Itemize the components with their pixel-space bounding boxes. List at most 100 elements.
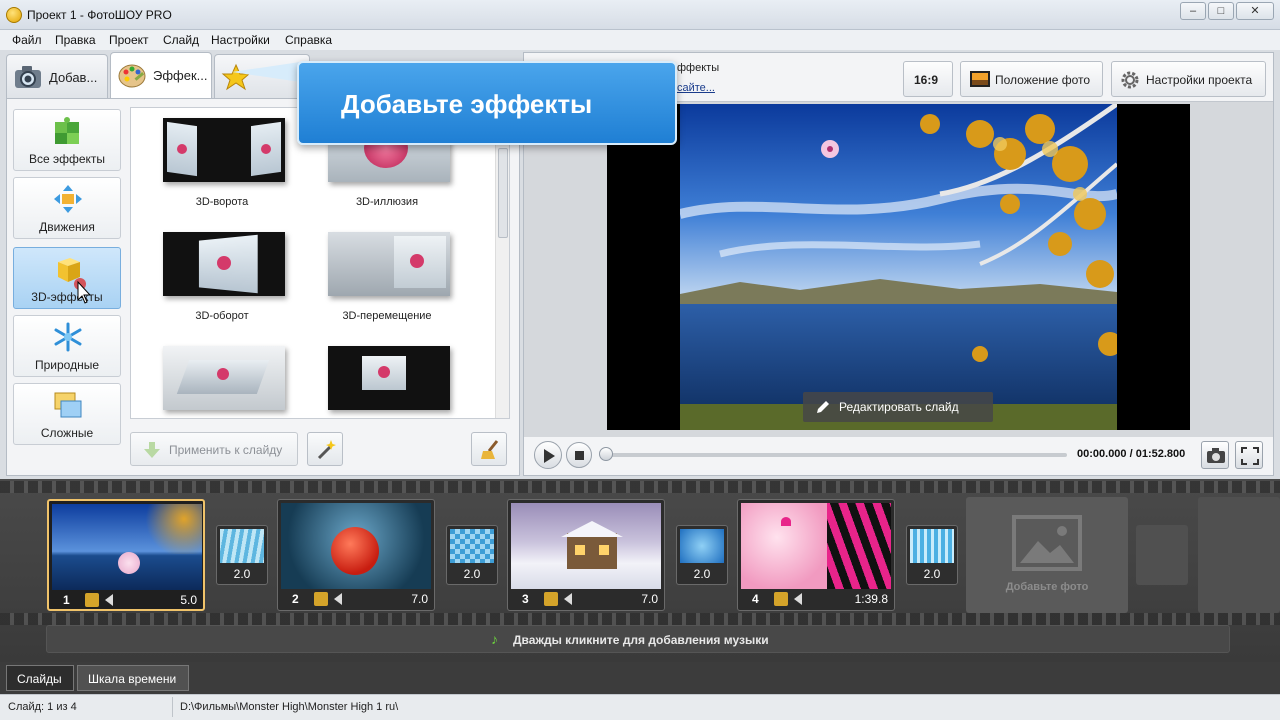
view-tabs: Слайды Шкала времени xyxy=(0,662,1280,694)
status-separator xyxy=(172,697,173,717)
hint-text: ффекты xyxy=(677,62,720,74)
snapshot-button[interactable] xyxy=(1201,441,1229,469)
tab-timeline[interactable]: Шкала времени xyxy=(77,665,189,691)
effect-label: 3D-оборот xyxy=(195,310,249,322)
sound-icon[interactable] xyxy=(105,594,113,606)
play-button[interactable] xyxy=(534,441,562,469)
add-photo-placeholder[interactable]: Добавьте фото xyxy=(966,497,1128,613)
slide-duration: 1:39.8 xyxy=(854,592,888,606)
transition-2[interactable]: 2.0 xyxy=(446,525,498,585)
close-button[interactable]: ✕ xyxy=(1236,2,1274,20)
effect-3d-move[interactable]: 3D-перемещение xyxy=(296,222,456,332)
tab-effects[interactable]: Эффек... xyxy=(110,52,212,98)
fullscreen-button[interactable] xyxy=(1235,441,1263,469)
tooltip-pointer xyxy=(232,62,300,82)
move-arrows-icon xyxy=(54,185,82,213)
category-label: Природные xyxy=(34,358,99,372)
category-motions[interactable]: Движения xyxy=(13,177,121,239)
title-bar: Проект 1 - ФотоШОУ PRO – □ ✕ xyxy=(0,0,1280,30)
slide-duration: 7.0 xyxy=(641,592,658,606)
menu-project[interactable]: Проект xyxy=(109,33,149,47)
tab-effects-label: Эффек... xyxy=(153,68,208,83)
slide-duration: 5.0 xyxy=(180,593,197,607)
sound-icon[interactable] xyxy=(564,593,572,605)
slide-thumbnail-1[interactable]: 1 5.0 xyxy=(47,499,205,611)
stop-icon xyxy=(575,451,584,460)
slide-thumbnail-2[interactable]: 2 7.0 xyxy=(277,499,435,611)
slide-duration: 7.0 xyxy=(411,592,428,606)
gear-icon xyxy=(1121,71,1139,89)
photo-position-label: Положение фото xyxy=(995,73,1091,87)
effect-thumbnail xyxy=(328,346,450,410)
edit-slide-button[interactable]: Редактировать слайд xyxy=(803,392,993,422)
category-complex[interactable]: Сложные xyxy=(13,383,121,445)
hint-link[interactable]: сайте... xyxy=(677,82,715,94)
menu-file[interactable]: Файл xyxy=(12,33,42,47)
clear-effects-button[interactable] xyxy=(471,432,507,466)
transition-duration: 2.0 xyxy=(923,567,941,581)
photo-position-button[interactable]: Положение фото xyxy=(960,61,1103,97)
transition-thumbnail xyxy=(450,529,494,563)
effect-thumbnail xyxy=(163,118,285,182)
slide-thumbnail-3[interactable]: 3 7.0 xyxy=(507,499,665,611)
transition-1[interactable]: 2.0 xyxy=(216,525,268,585)
slide-counter: Слайд: 1 из 4 xyxy=(8,701,77,713)
transition-4[interactable]: 2.0 xyxy=(906,525,958,585)
apply-to-slide-button[interactable]: Применить к слайду xyxy=(130,432,298,466)
progress-track[interactable] xyxy=(604,453,1067,457)
camera-icon xyxy=(15,66,41,88)
film-perforation xyxy=(0,613,1280,625)
effect-3d-gate[interactable]: 3D-ворота xyxy=(131,108,291,218)
transition-3[interactable]: 2.0 xyxy=(676,525,728,585)
edit-pencil-icon[interactable] xyxy=(314,592,328,606)
category-label: 3D-эффекты xyxy=(31,290,103,304)
aspect-ratio-label: 16:9 xyxy=(914,73,939,87)
effect-item[interactable] xyxy=(296,336,456,418)
stop-button[interactable] xyxy=(566,442,592,468)
category-all-effects[interactable]: Все эффекты xyxy=(13,109,121,171)
menu-help[interactable]: Справка xyxy=(285,33,332,47)
sound-icon[interactable] xyxy=(334,593,342,605)
aspect-ratio-button[interactable]: 16:9 xyxy=(903,61,953,97)
tab-add[interactable]: Добав... xyxy=(6,54,108,98)
magic-wand-button[interactable] xyxy=(307,432,343,466)
edit-pencil-icon[interactable] xyxy=(85,593,99,607)
photo-icon xyxy=(970,71,990,87)
menu-settings[interactable]: Настройки xyxy=(211,33,270,47)
transition-duration: 2.0 xyxy=(463,567,481,581)
effect-3d-turn[interactable]: 3D-оборот xyxy=(131,222,291,332)
menu-slide[interactable]: Слайд xyxy=(163,33,199,47)
tab-slides[interactable]: Слайды xyxy=(6,665,74,691)
maximize-button[interactable]: □ xyxy=(1208,2,1234,20)
edit-pencil-icon[interactable] xyxy=(544,592,558,606)
image-placeholder-icon xyxy=(1012,515,1082,571)
project-settings-button[interactable]: Настройки проекта xyxy=(1111,61,1266,97)
layers-icon xyxy=(54,392,82,418)
tooltip-text: Добавьте эффекты xyxy=(341,89,593,119)
category-3d-effects[interactable]: 3D-эффекты xyxy=(13,247,121,309)
effect-label: 3D-иллюзия xyxy=(355,196,419,208)
scrollbar-thumb[interactable] xyxy=(498,148,508,238)
effect-thumbnail xyxy=(163,346,285,410)
window-title: Проект 1 - ФотоШОУ PRO xyxy=(27,8,172,22)
effect-thumbnail xyxy=(163,232,285,296)
video-preview[interactable]: Редактировать слайд xyxy=(607,104,1190,430)
progress-knob[interactable] xyxy=(599,447,613,461)
slide-placeholder xyxy=(1198,497,1280,613)
category-nature[interactable]: Природные xyxy=(13,315,121,377)
play-icon xyxy=(544,449,555,463)
slide-number: 1 xyxy=(63,593,70,607)
slide-number: 4 xyxy=(752,592,759,606)
tab-add-label: Добав... xyxy=(49,70,98,85)
minimize-button[interactable]: – xyxy=(1180,2,1206,20)
effect-item[interactable] xyxy=(131,336,291,418)
menu-edit[interactable]: Правка xyxy=(55,33,96,47)
music-hint: Дважды кликните для добавления музыки xyxy=(513,633,769,647)
hint-tooltip: Добавьте эффекты xyxy=(297,61,677,145)
music-track[interactable]: ♪ Дважды кликните для добавления музыки xyxy=(46,625,1230,653)
snowflake-icon xyxy=(54,322,82,352)
edit-pencil-icon[interactable] xyxy=(774,592,788,606)
effects-scrollbar[interactable] xyxy=(495,108,509,418)
sound-icon[interactable] xyxy=(794,593,802,605)
slide-thumbnail-4[interactable]: 4 1:39.8 xyxy=(737,499,895,611)
